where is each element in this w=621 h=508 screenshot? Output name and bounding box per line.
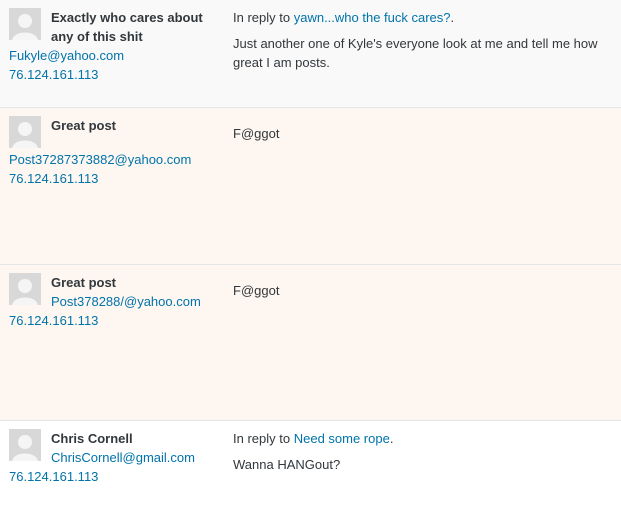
comment-text: F@ggot bbox=[233, 283, 280, 298]
reply-prefix: In reply to bbox=[233, 431, 291, 446]
avatar-icon bbox=[9, 429, 41, 461]
comment-author-email-link[interactable]: Fukyle@yahoo.com bbox=[9, 46, 124, 65]
comment-author-name: Chris Cornell bbox=[51, 431, 133, 446]
comment-author-email-link[interactable]: ChrisCornell@gmail.com bbox=[51, 448, 195, 467]
comment-author-ip-link[interactable]: 76.124.161.113 bbox=[9, 467, 98, 486]
avatar-icon bbox=[9, 116, 41, 148]
comment-row: Great post Post37287373882@yahoo.com 76.… bbox=[0, 108, 621, 265]
comment-row: Great post Post378288/@yahoo.com 76.124.… bbox=[0, 265, 621, 421]
in-reply-to: In reply to yawn...who the fuck cares?. bbox=[233, 8, 618, 27]
comment-text: F@ggot bbox=[233, 126, 280, 141]
in-reply-to: In reply to Need some rope. bbox=[233, 429, 618, 448]
comment-text: Wanna HANGout? bbox=[233, 457, 341, 472]
avatar-icon bbox=[9, 273, 41, 305]
comment-author-ip-link[interactable]: 76.124.161.113 bbox=[9, 65, 98, 84]
comment-author-name: Great post bbox=[51, 118, 117, 133]
comment-content: In reply to yawn...who the fuck cares?. … bbox=[233, 8, 618, 72]
reply-suffix: . bbox=[450, 10, 455, 25]
comment-author-ip-link[interactable]: 76.124.161.113 bbox=[9, 311, 98, 330]
comment-author-email-link[interactable]: Post378288/@yahoo.com bbox=[51, 292, 201, 311]
comment-author-name: Exactly who cares about any of this shit bbox=[51, 10, 203, 44]
comment-row: Exactly who cares about any of this shit… bbox=[0, 0, 621, 108]
comment-author-name: Great post bbox=[51, 275, 117, 290]
reply-parent-link[interactable]: yawn...who the fuck cares? bbox=[294, 10, 451, 25]
reply-prefix: In reply to bbox=[233, 10, 291, 25]
comment-content: F@ggot bbox=[233, 116, 618, 143]
reply-parent-link[interactable]: Need some rope bbox=[294, 431, 390, 446]
avatar-icon bbox=[9, 8, 41, 40]
comment-author-ip-link[interactable]: 76.124.161.113 bbox=[9, 169, 98, 188]
comment-content: In reply to Need some rope. Wanna HANGou… bbox=[233, 429, 618, 474]
comment-text: Just another one of Kyle's everyone look… bbox=[233, 36, 598, 70]
comment-row: Chris Cornell ChrisCornell@gmail.com 76.… bbox=[0, 421, 621, 508]
comment-content: F@ggot bbox=[233, 273, 618, 300]
comment-author-email-link[interactable]: Post37287373882@yahoo.com bbox=[9, 150, 191, 169]
reply-suffix: . bbox=[389, 431, 394, 446]
